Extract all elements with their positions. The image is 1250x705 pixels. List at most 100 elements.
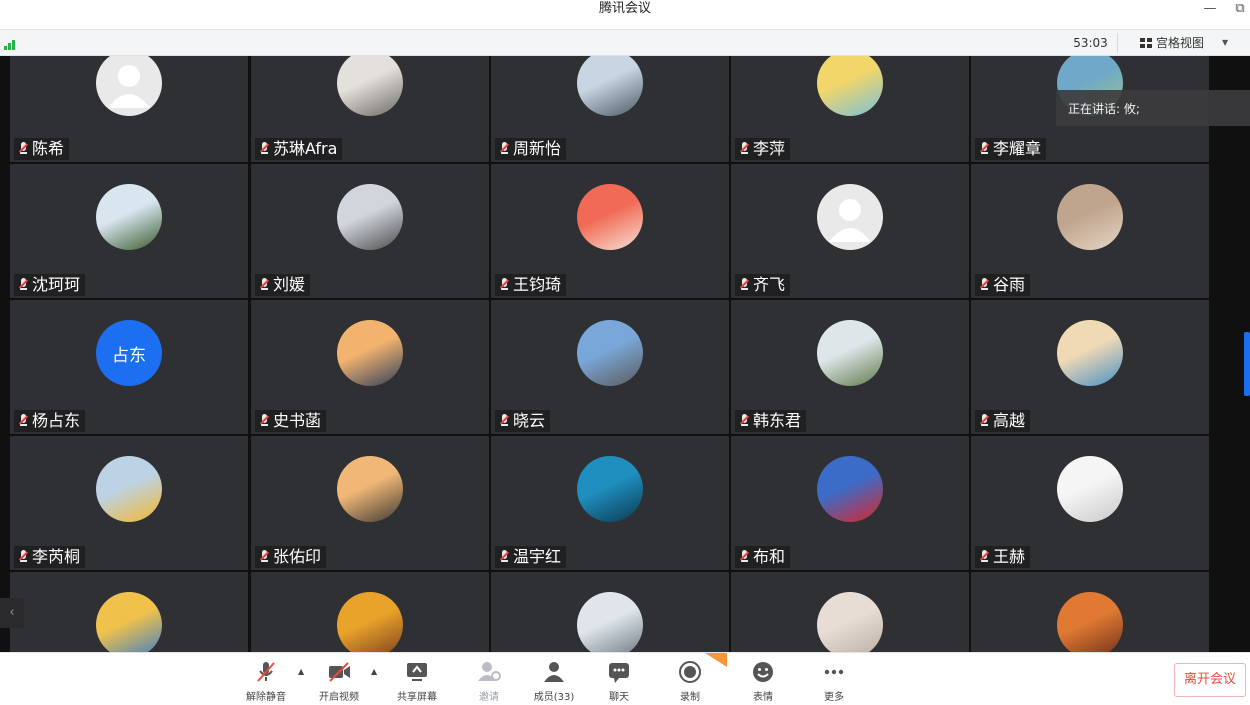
app-title: 腾讯会议: [598, 1, 651, 16]
participant-avatar: [337, 456, 403, 522]
participant-name-tag: 布和: [735, 546, 791, 568]
participant-tile[interactable]: [731, 572, 969, 652]
participant-tile[interactable]: 温宇红: [491, 436, 729, 570]
participant-name-tag: 高越: [975, 410, 1031, 432]
participant-name-tag: 王钧琦: [495, 274, 567, 296]
participant-avatar: [1057, 592, 1123, 652]
unmute-button[interactable]: 解除静音: [236, 657, 296, 703]
participant-name-tag: 齐飞: [735, 274, 791, 296]
chat-icon: [609, 663, 629, 683]
participant-tile[interactable]: 刘媛: [251, 164, 489, 298]
participant-tile[interactable]: 陈希: [10, 56, 248, 162]
share-screen-label: 共享屏幕: [397, 692, 437, 703]
leave-meeting-button[interactable]: 离开会议: [1174, 663, 1246, 697]
invite-label: 邀请: [479, 692, 499, 703]
restore-icon[interactable]: ⧉: [1230, 2, 1250, 18]
participant-name: 张佑印: [273, 547, 322, 566]
mic-options-caret-icon[interactable]: ▲: [298, 667, 308, 677]
participant-name-tag: 沈珂珂: [14, 274, 86, 296]
muted-mic-icon: [498, 277, 511, 292]
participant-avatar: [577, 184, 643, 250]
members-label: 成员(33): [533, 692, 575, 703]
start-video-label: 开启视频: [319, 692, 359, 703]
grid-scrollbar[interactable]: [1244, 332, 1250, 396]
previous-page-arrow[interactable]: ‹: [0, 598, 24, 628]
tencent-meeting-window: 腾讯会议 — ⧉ 53:03 宫格视图 ▼ 陈希 苏琳Afra 周新怡 李萍 李耀章 沈珂…: [0, 0, 1250, 705]
participant-avatar: [817, 592, 883, 652]
participant-name: 李萍: [753, 139, 786, 158]
participant-name: 高越: [993, 411, 1026, 430]
invite-button[interactable]: 邀请: [459, 657, 519, 703]
participant-name-tag: 韩东君: [735, 410, 807, 432]
default-user-icon: [108, 65, 150, 108]
participant-tile[interactable]: 史书菡: [251, 300, 489, 434]
muted-mic-icon: [738, 277, 751, 292]
participant-tile[interactable]: 布和: [731, 436, 969, 570]
participant-avatar: [817, 56, 883, 116]
participant-tile[interactable]: 李萍: [731, 56, 969, 162]
participant-avatar: [337, 184, 403, 250]
muted-mic-icon: [738, 549, 751, 564]
participant-avatar: [1057, 184, 1123, 250]
muted-mic-icon: [258, 413, 271, 428]
muted-mic-icon: [258, 277, 271, 292]
chat-label: 聊天: [609, 692, 629, 703]
participant-tile[interactable]: [971, 572, 1209, 652]
avatar-initials: 占东: [112, 345, 146, 366]
default-user-icon: [829, 199, 871, 242]
muted-mic-icon: [17, 141, 30, 156]
muted-mic-icon: [738, 413, 751, 428]
participant-name: 晓云: [513, 411, 546, 430]
speaking-indicator: 正在讲话: 攸;: [1056, 90, 1250, 126]
participant-tile[interactable]: [251, 572, 489, 652]
muted-mic-icon: [498, 141, 511, 156]
participant-name: 王赫: [993, 547, 1026, 566]
invite-icon: [478, 662, 501, 681]
participant-tile[interactable]: 谷雨: [971, 164, 1209, 298]
participant-tile[interactable]: 晓云: [491, 300, 729, 434]
participant-tile[interactable]: 占东杨占东: [10, 300, 248, 434]
participant-avatar: [337, 592, 403, 652]
participant-avatar: [337, 320, 403, 386]
view-switch-button[interactable]: 宫格视图 ▼: [1136, 33, 1236, 53]
participant-name: 韩东君: [753, 411, 802, 430]
start-video-button[interactable]: 开启视频: [309, 657, 369, 703]
participant-tile[interactable]: 周新怡: [491, 56, 729, 162]
record-label: 录制: [680, 692, 700, 703]
record-button[interactable]: 录制: [660, 657, 720, 703]
participant-tile[interactable]: [10, 572, 248, 652]
members-button[interactable]: 成员(33): [524, 657, 584, 703]
minimize-icon[interactable]: —: [1200, 2, 1220, 18]
participant-name-tag: 杨占东: [14, 410, 86, 432]
participant-name-tag: 王赫: [975, 546, 1031, 568]
unmute-label: 解除静音: [246, 692, 286, 703]
video-options-caret-icon[interactable]: ▲: [371, 667, 381, 677]
record-icon: [679, 661, 701, 683]
participant-tile[interactable]: 高越: [971, 300, 1209, 434]
meeting-timer: 53:03: [1064, 33, 1118, 53]
participant-tile[interactable]: 王赫: [971, 436, 1209, 570]
participant-tile[interactable]: 李芮桐: [10, 436, 248, 570]
chat-button[interactable]: 聊天: [589, 657, 649, 703]
participant-tile[interactable]: [491, 572, 729, 652]
participant-tile[interactable]: 张佑印: [251, 436, 489, 570]
participant-tile[interactable]: 齐飞: [731, 164, 969, 298]
more-button[interactable]: 更多: [804, 657, 864, 703]
participant-name: 谷雨: [993, 275, 1026, 294]
participant-avatar: [96, 456, 162, 522]
signal-icon[interactable]: [4, 38, 20, 50]
participant-tile[interactable]: 沈珂珂: [10, 164, 248, 298]
participant-name-tag: 苏琳Afra: [255, 138, 343, 160]
share-screen-button[interactable]: 共享屏幕: [387, 657, 447, 703]
participant-name: 史书菡: [273, 411, 322, 430]
muted-mic-icon: [978, 277, 991, 292]
participant-name-tag: 史书菡: [255, 410, 327, 432]
view-label: 宫格视图: [1156, 36, 1205, 50]
participant-tile[interactable]: 苏琳Afra: [251, 56, 489, 162]
participant-tile[interactable]: 王钧琦: [491, 164, 729, 298]
participant-avatar: [1057, 456, 1123, 522]
participant-name-tag: 李芮桐: [14, 546, 86, 568]
muted-mic-icon: [17, 413, 30, 428]
participant-tile[interactable]: 韩东君: [731, 300, 969, 434]
emoji-button[interactable]: 表情: [733, 657, 793, 703]
